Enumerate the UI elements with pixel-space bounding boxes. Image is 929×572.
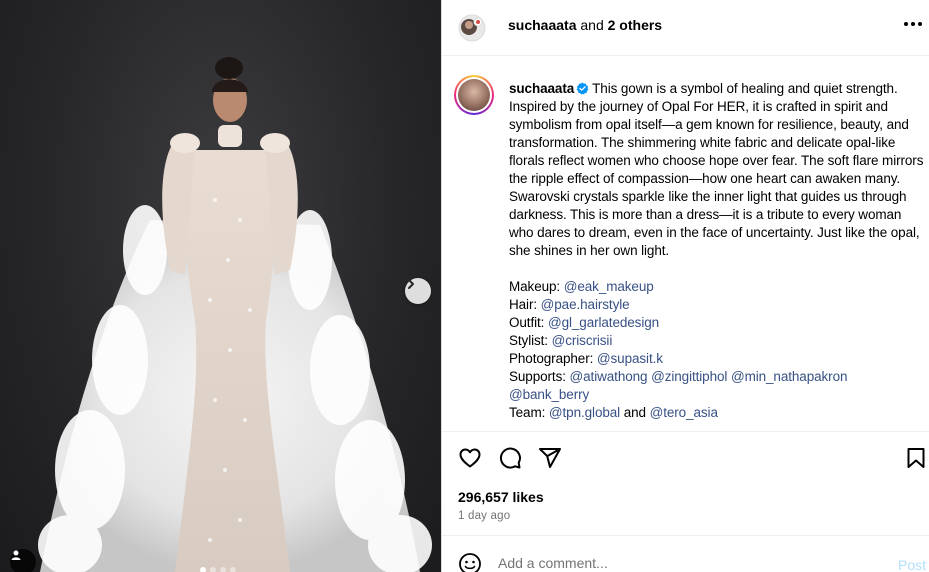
share-button[interactable] [538,446,562,470]
gown-photo-illustration [38,57,432,572]
carousel-indicator [200,567,236,572]
caption-username[interactable]: suchaaata [509,81,574,96]
verified-badge-icon [576,82,589,95]
mention-link[interactable]: @bank_berry [509,387,589,402]
others-link[interactable]: 2 others [608,17,662,33]
emoji-button[interactable] [458,552,482,572]
credit-label: Hair: [509,297,538,312]
post-details-panel: suchaaata and 2 others suchaaata This gow… [441,0,929,572]
carousel-dot [200,567,206,572]
chevron-right-icon [408,279,414,289]
mention-link[interactable]: @eak_makeup [564,279,654,294]
more-icon [904,22,922,26]
post-photo[interactable] [0,0,441,572]
credit-label: Team: [509,405,546,420]
carousel-dot [210,567,216,572]
next-slide-button[interactable] [405,278,431,304]
post-header: suchaaata and 2 others [442,0,929,56]
tagged-users-button[interactable] [10,549,36,572]
likes-count[interactable]: 296,657 likes [458,489,544,505]
caption-body: This gown is a symbol of healing and qui… [509,81,924,258]
carousel-dot [230,567,236,572]
post-actions: 296,657 likes 1 day ago Post [442,431,929,572]
post-timestamp[interactable]: 1 day ago [458,510,510,522]
comment-input[interactable] [498,555,878,571]
comment-button[interactable] [498,446,522,470]
bookmark-icon [907,448,925,468]
caption-avatar[interactable] [454,75,494,115]
heart-icon [459,448,481,468]
mention-link[interactable]: @atiwathong [570,369,648,384]
save-button[interactable] [904,446,928,470]
carousel-dot [220,567,226,572]
mention-link[interactable]: @tpn.global [549,405,620,420]
mention-link[interactable]: @gl_garlatedesign [548,315,659,330]
mention-link[interactable]: @min_nathapakron [731,369,848,384]
mention-link[interactable]: @tero_asia [650,405,718,420]
team-joiner: and [623,405,646,420]
mention-link[interactable]: @criscrisii [552,333,613,348]
comment-icon [499,447,521,469]
like-button[interactable] [458,446,482,470]
more-options-button[interactable] [904,16,922,32]
post-comment-button[interactable]: Post [898,557,926,572]
comment-bar: Post [442,535,929,572]
credit-label: Photographer: [509,351,594,366]
post-caption: suchaaata This gown is a symbol of healin… [442,57,929,431]
credit-label: Outfit: [509,315,545,330]
mention-link[interactable]: @supasit.k [597,351,663,366]
credit-label: Supports: [509,369,566,384]
user-tag-icon [11,550,21,560]
mention-link[interactable]: @zingittiphol [651,369,727,384]
mention-link[interactable]: @pae.hairstyle [541,297,630,312]
authors-joiner: and [576,17,608,33]
action-icons [458,446,562,470]
collab-avatar[interactable] [458,14,486,42]
share-icon [539,448,561,468]
caption-text: suchaaata This gown is a symbol of healin… [509,80,929,422]
author-username[interactable]: suchaaata [508,17,576,33]
caption-credits: Makeup: @eak_makeup Hair: @pae.hairstyle… [509,278,929,422]
post-authors: suchaaata and 2 others [508,17,662,33]
emoji-icon [459,553,481,572]
credit-label: Makeup: [509,279,561,294]
credit-label: Stylist: [509,333,548,348]
